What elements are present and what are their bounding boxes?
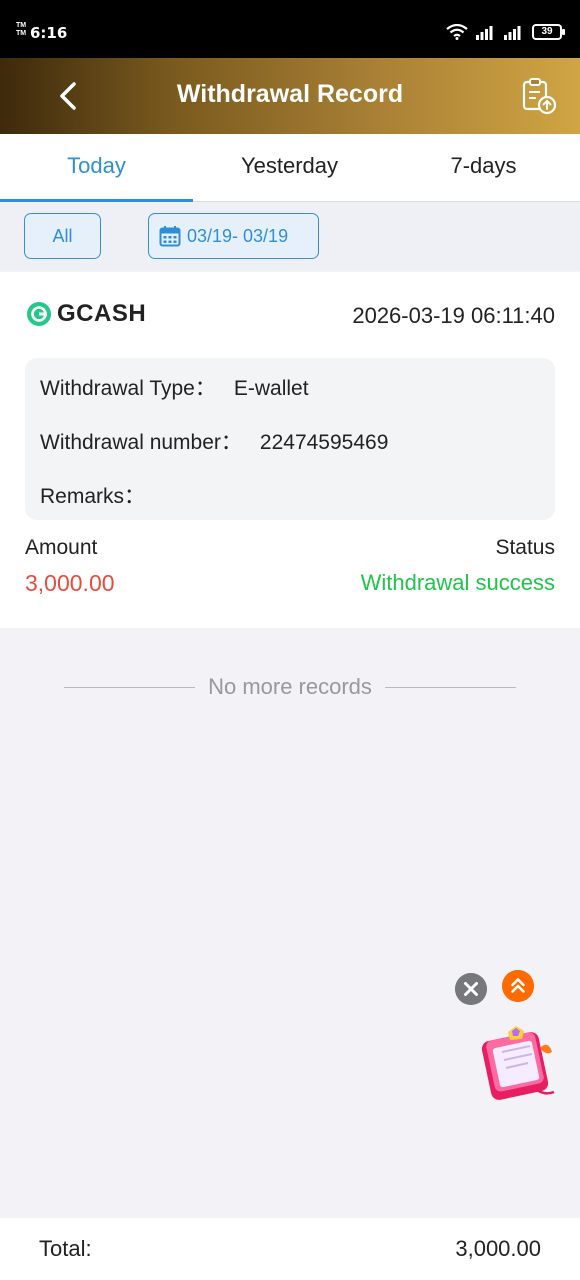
remarks-row: Remarks：	[40, 480, 163, 510]
record-details: Withdrawal Type： E-wallet Withdrawal numb…	[25, 358, 555, 520]
withdrawal-number-row: Withdrawal number： 22474595469	[40, 426, 388, 456]
date-range-button[interactable]: 03/19- 03/19	[148, 213, 319, 259]
withdrawal-type-value: E-wallet	[233, 377, 309, 400]
record-datetime: 2026-03-19 06:11:40	[352, 303, 555, 328]
provider-brand: GCASH	[26, 300, 146, 328]
tab-7-days[interactable]: 7-days	[387, 134, 580, 202]
carrier-tm-badge: TM TM	[16, 22, 27, 37]
filter-bar: All 03/19- 03/19	[0, 202, 580, 270]
status-value: Withdrawal success	[360, 570, 555, 595]
clipboard-upload-icon[interactable]	[520, 76, 558, 116]
amount-value: 3,000.00	[25, 570, 115, 596]
withdrawal-record-card[interactable]: GCASH 2026-03-19 06:11:40 Withdrawal Typ…	[0, 272, 580, 628]
system-status-bar: TM TM 6:16 39	[0, 0, 580, 58]
provider-name: GCASH	[57, 300, 147, 327]
total-label: Total:	[39, 1236, 92, 1261]
signal-icon-sim1	[476, 26, 493, 40]
scroll-to-top-icon[interactable]	[502, 970, 534, 1002]
status-icons: 39	[446, 22, 565, 42]
wifi-icon	[446, 24, 468, 40]
list-end-divider: No more records	[64, 672, 516, 702]
page-title: Withdrawal Record	[176, 80, 404, 108]
divider-line	[384, 686, 516, 688]
app-header: Withdrawal Record	[0, 58, 580, 134]
total-footer: Total: 3,000.00	[0, 1218, 580, 1280]
tab-yesterday[interactable]: Yesterday	[193, 134, 386, 202]
status-time: 6:16	[30, 24, 68, 42]
withdrawal-number-label: Withdrawal number：	[40, 431, 242, 454]
calendar-icon	[159, 226, 181, 247]
status-label: Status	[495, 536, 555, 559]
withdrawal-type-label: Withdrawal Type：	[40, 377, 216, 400]
remarks-label: Remarks：	[40, 485, 146, 508]
no-more-records-text: No more records	[208, 674, 372, 699]
filter-all-button[interactable]: All	[24, 213, 101, 259]
total-value: 3,000.00	[455, 1236, 541, 1261]
gift-box-icon[interactable]	[478, 1022, 560, 1102]
close-icon[interactable]	[455, 973, 487, 1005]
gcash-logo-icon	[27, 302, 51, 326]
divider-line	[64, 686, 196, 688]
date-range-text: 03/19- 03/19	[187, 226, 289, 246]
amount-label: Amount	[25, 536, 98, 559]
battery-icon: 39	[532, 24, 565, 40]
signal-icon-sim2	[504, 26, 521, 40]
tab-today[interactable]: Today	[0, 134, 193, 202]
withdrawal-type-row: Withdrawal Type： E-wallet	[40, 372, 309, 402]
withdrawal-number-value: 22474595469	[259, 431, 389, 454]
date-tabs: Today Yesterday 7-days	[0, 134, 580, 202]
